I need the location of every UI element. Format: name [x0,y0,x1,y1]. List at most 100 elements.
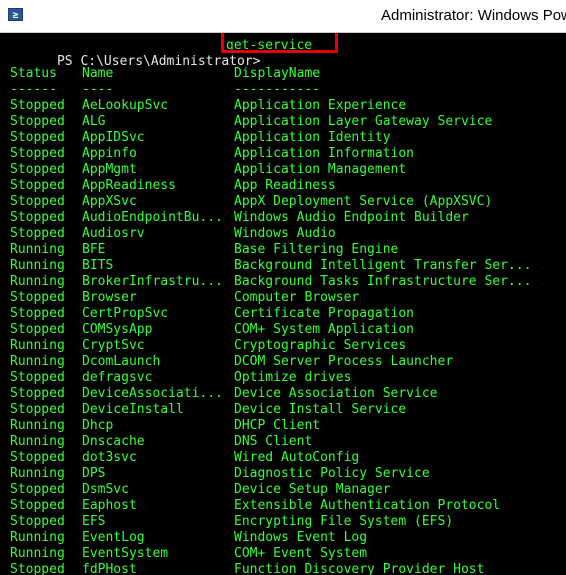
service-name: DcomLaunch [82,354,161,369]
service-name: Dhcp [82,418,114,433]
service-name: COMSysApp [82,322,153,337]
service-status: Stopped [10,210,65,225]
service-displayname: Background Intelligent Transfer Ser... [234,258,532,273]
service-status: Running [10,466,65,481]
service-displayname: Application Experience [234,98,407,113]
service-displayname: Optimize drives [234,370,352,385]
service-name: Appinfo [82,146,137,161]
service-displayname: Windows Audio Endpoint Builder [234,210,469,225]
title-bar[interactable]: ≥ Administrator: Windows Pow [0,0,566,33]
service-status: Running [10,258,65,273]
service-name: DsmSvc [82,482,129,497]
service-status: Stopped [10,562,65,575]
command-highlight-box [221,33,338,53]
service-displayname: Computer Browser [234,290,360,305]
service-status: Stopped [10,146,65,161]
service-status: Running [10,274,65,289]
service-name: defragsvc [82,370,153,385]
service-displayname: Diagnostic Policy Service [234,466,430,481]
service-name: DeviceInstall [82,402,184,417]
service-status: Running [10,242,65,257]
underline-displayname: ----------- [234,82,321,97]
service-status: Running [10,434,65,449]
service-status: Stopped [10,226,65,241]
underline-status: ------ [10,82,57,97]
header-displayname: DisplayName [234,66,321,81]
header-row: Status Name DisplayName [10,66,320,82]
service-status: Stopped [10,498,65,513]
service-status: Running [10,418,65,433]
service-displayname: Application Identity [234,130,391,145]
service-status: Stopped [10,194,65,209]
service-status: Stopped [10,482,65,497]
service-name: EventSystem [82,546,169,561]
service-name: AppMgmt [82,162,137,177]
service-name: DPS [82,466,106,481]
header-status: Status [10,66,57,81]
service-displayname: Application Management [234,162,407,177]
service-status: Stopped [10,322,65,337]
service-displayname: Certificate Propagation [234,306,415,321]
underline-name: ---- [82,82,114,97]
service-displayname: COM+ System Application [234,322,415,337]
service-status: Running [10,338,65,353]
service-displayname: Encrypting File System (EFS) [234,514,454,529]
service-status: Stopped [10,514,65,529]
service-name: AudioEndpointBu... [82,210,223,225]
window-title: Administrator: Windows Pow [381,7,566,24]
header-underline-row: ------ ---- ----------- [10,82,320,98]
service-status: Stopped [10,98,65,113]
service-name: AppReadiness [82,178,176,193]
service-status: Stopped [10,306,65,321]
service-name: Dnscache [82,434,145,449]
service-name: Audiosrv [82,226,145,241]
service-status: Running [10,546,65,561]
console-output[interactable]: PS C:\Users\Administrator> get-service S… [0,33,566,575]
service-name: BITS [82,258,114,273]
service-name: EFS [82,514,106,529]
powershell-icon[interactable]: ≥ [8,8,23,21]
service-displayname: DCOM Server Process Launcher [234,354,454,369]
service-name: ALG [82,114,106,129]
service-displayname: Background Tasks Infrastructure Ser... [234,274,532,289]
service-status: Running [10,354,65,369]
service-status: Stopped [10,130,65,145]
service-displayname: Application Layer Gateway Service [234,114,493,129]
service-status: Stopped [10,370,65,385]
service-displayname: Cryptographic Services [234,338,407,353]
service-displayname: Extensible Authentication Protocol [234,498,501,513]
service-name: BrokerInfrastru... [82,274,223,289]
service-displayname: DHCP Client [234,418,321,433]
service-displayname: Device Install Service [234,402,407,417]
service-status: Running [10,530,65,545]
service-status: Stopped [10,178,65,193]
service-name: dot3svc [82,450,137,465]
powershell-window: ≥ Administrator: Windows Pow PS C:\Users… [0,0,566,575]
service-displayname: App Readiness [234,178,336,193]
service-name: fdPHost [82,562,137,575]
service-name: AppXSvc [82,194,137,209]
service-name: Browser [82,290,137,305]
header-name: Name [82,66,114,81]
service-displayname: Windows Event Log [234,530,368,545]
service-displayname: Device Association Service [234,386,438,401]
service-status: Stopped [10,402,65,417]
service-displayname: Base Filtering Engine [234,242,399,257]
service-displayname: Windows Audio [234,226,336,241]
service-displayname: Function Discovery Provider Host [234,562,485,575]
service-name: Eaphost [82,498,137,513]
service-displayname: DNS Client [234,434,313,449]
service-name: DeviceAssociati... [82,386,223,401]
service-name: EventLog [82,530,145,545]
service-displayname: AppX Deployment Service (AppXSVC) [234,194,493,209]
service-displayname: Wired AutoConfig [234,450,360,465]
service-displayname: Device Setup Manager [234,482,391,497]
service-name: BFE [82,242,106,257]
service-status: Stopped [10,290,65,305]
service-name: AeLookupSvc [82,98,169,113]
service-status: Stopped [10,162,65,177]
service-displayname: COM+ Event System [234,546,368,561]
service-name: CertPropSvc [82,306,169,321]
service-status: Stopped [10,386,65,401]
service-name: CryptSvc [82,338,145,353]
